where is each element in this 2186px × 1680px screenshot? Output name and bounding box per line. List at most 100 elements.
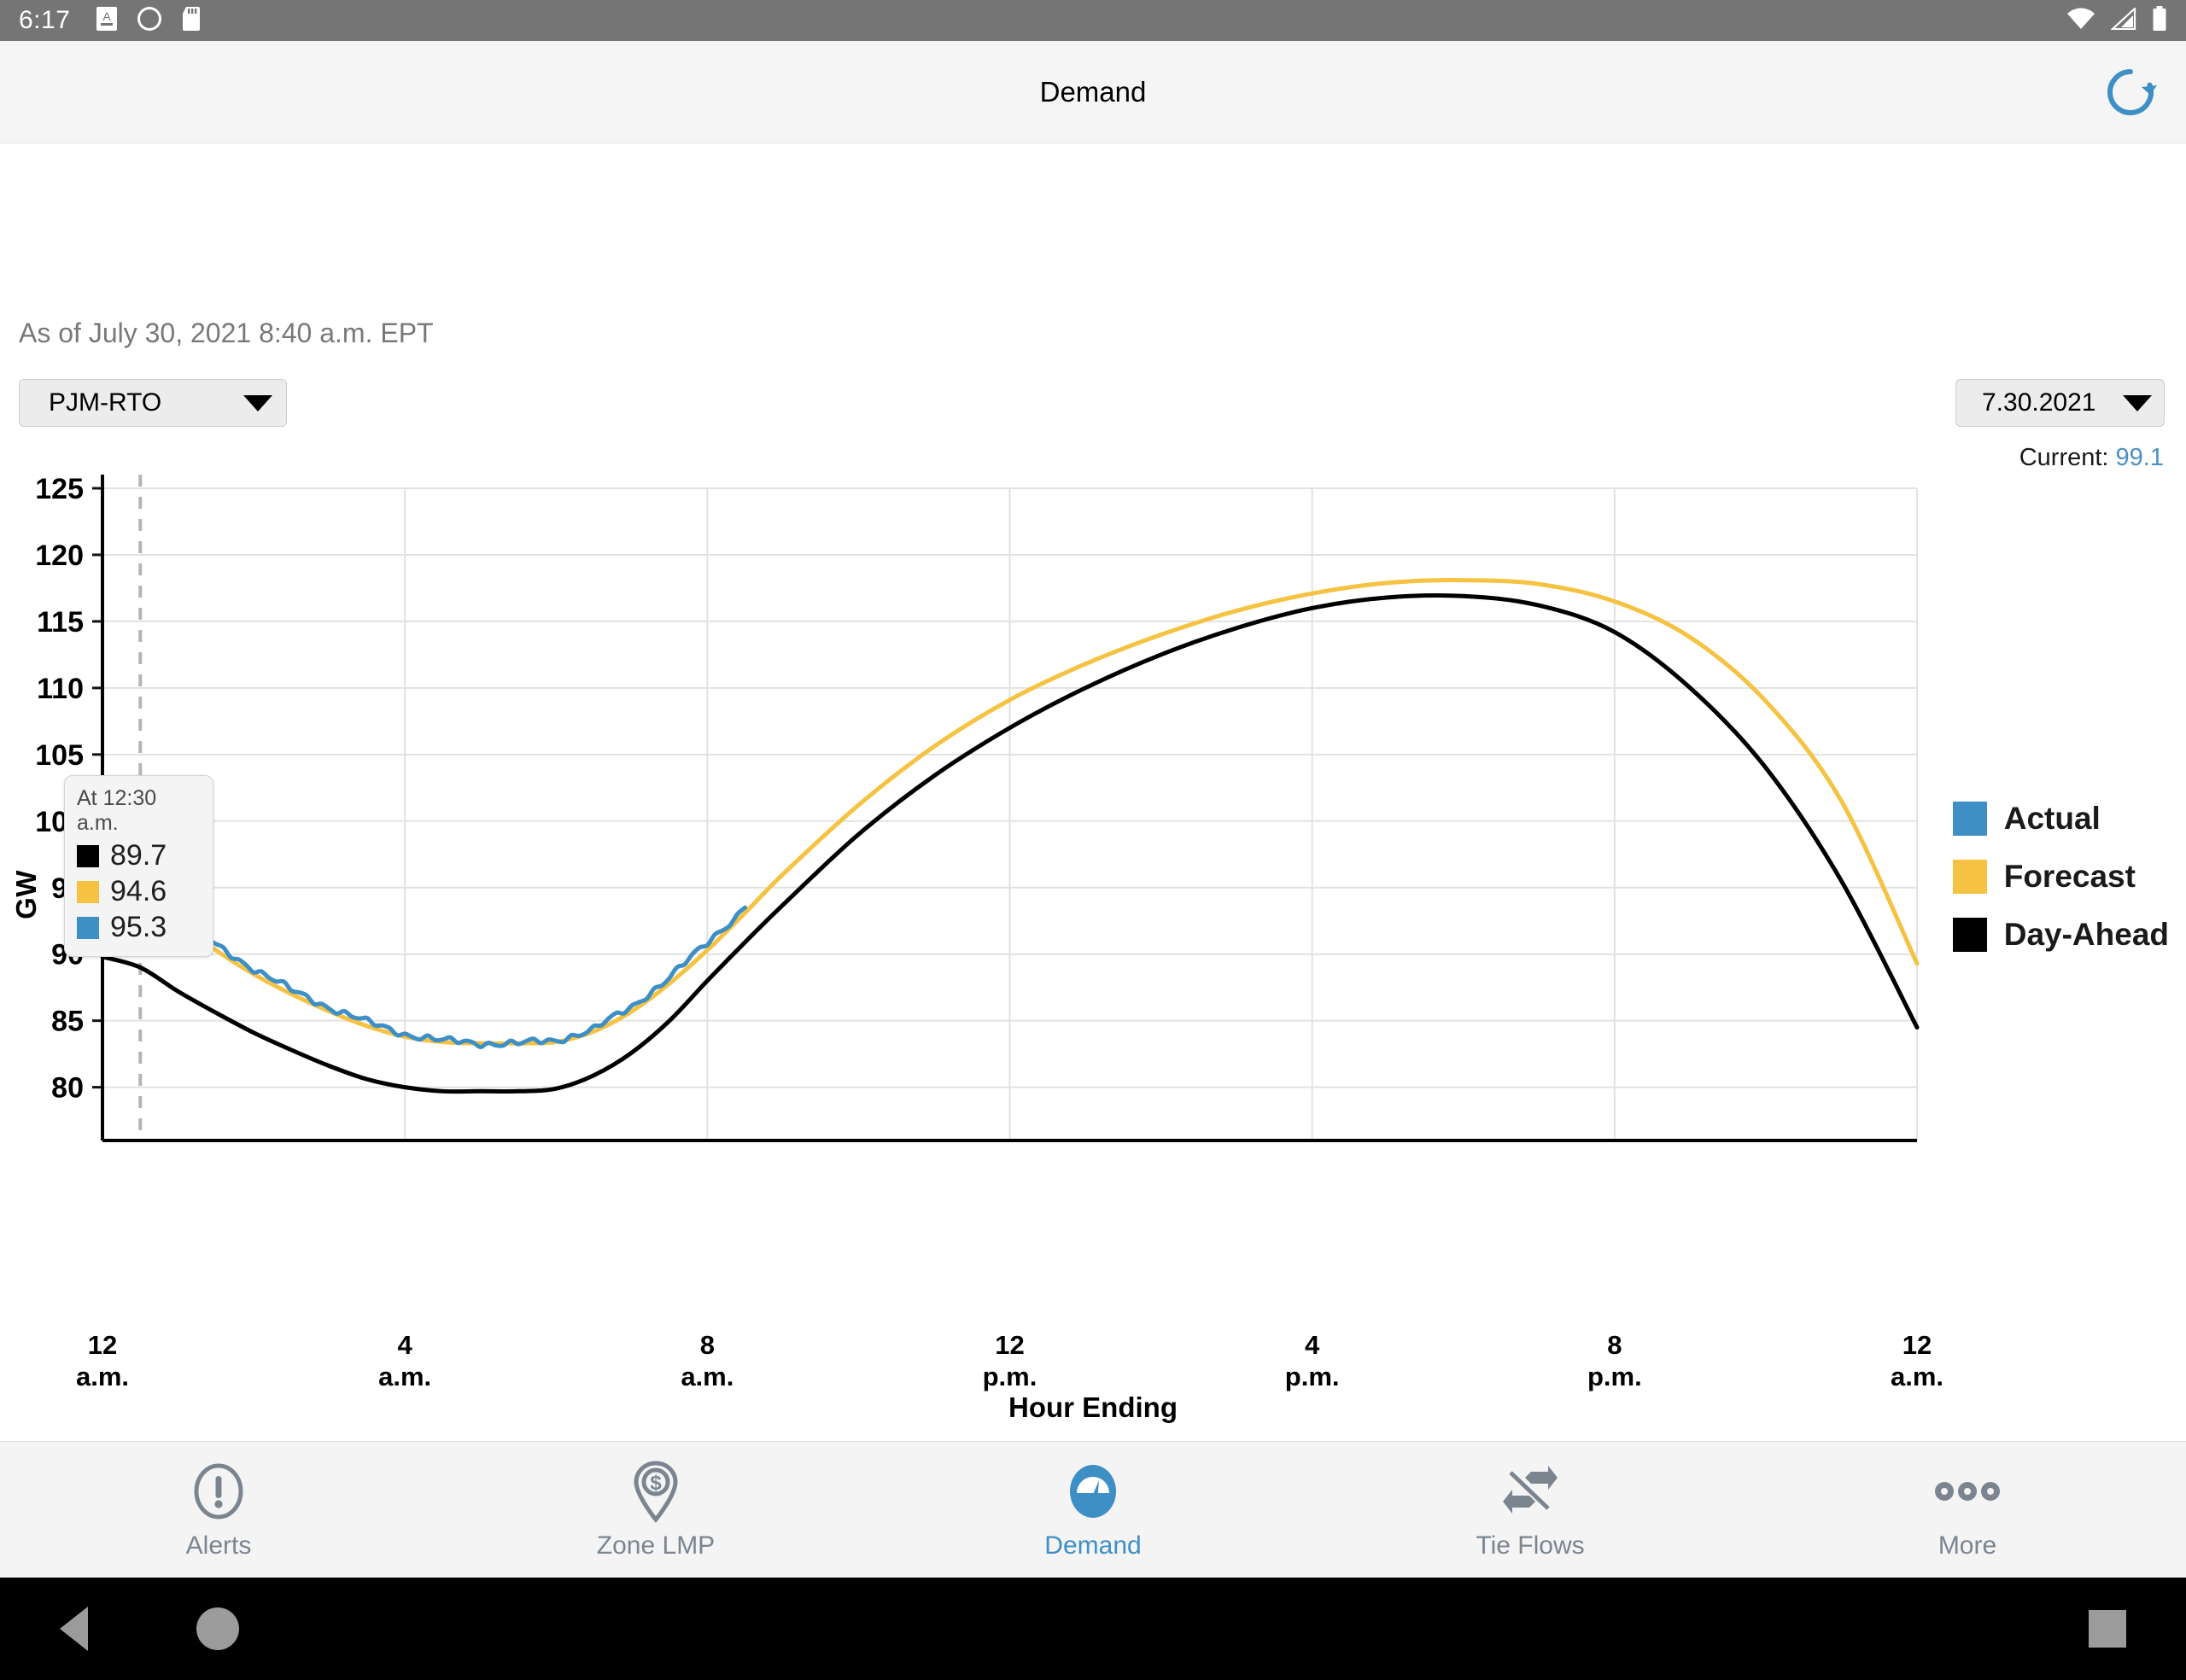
tooltip-color-swatch — [77, 844, 99, 867]
x-axis-title: Hour Ending — [1008, 1391, 1178, 1423]
tooltip-color-swatch — [77, 916, 99, 939]
y-axis-tick-label: 105 — [35, 739, 84, 772]
nav-item-label: More — [1938, 1531, 1997, 1560]
main-content: As of July 30, 2021 8:40 a.m. EPT PJM-RT… — [0, 143, 2186, 1680]
x-tick-hour: 8 — [1607, 1330, 1622, 1360]
nav-item-demand[interactable]: Demand — [874, 1460, 1312, 1560]
tie-flows-arrows-icon — [1497, 1460, 1564, 1523]
current-label: Current: — [2019, 444, 2109, 471]
page-title: Demand — [1039, 75, 1147, 108]
bottom-navigation: Alerts $ Zone LMP Demand Tie Flows More — [0, 1441, 2186, 1578]
x-axis-tick-label: 12 p.m. — [933, 1330, 1087, 1392]
screenshot-icon: A — [96, 6, 118, 36]
current-demand-readout: Current: 99.1 — [2019, 444, 2164, 472]
svg-text:$: $ — [650, 1472, 662, 1495]
as-of-timestamp: As of July 30, 2021 8:40 a.m. EPT — [19, 318, 434, 348]
app-notification-icon — [137, 6, 162, 36]
tooltip-color-swatch — [77, 880, 99, 903]
android-system-nav — [0, 1578, 2186, 1680]
y-axis-tick-label: 115 — [37, 606, 84, 639]
tooltip-rows: 89.7 94.6 95.3 — [77, 839, 201, 944]
x-tick-hour: 12 — [995, 1330, 1025, 1360]
nav-item-label: Zone LMP — [596, 1531, 716, 1560]
region-dropdown[interactable]: PJM-RTO — [19, 379, 287, 427]
chart-tooltip: At 12:30 a.m. 89.7 94.6 95.3 — [64, 775, 213, 957]
refresh-icon[interactable] — [2099, 61, 2162, 124]
battery-icon — [2152, 5, 2167, 36]
current-value: 99.1 — [2115, 444, 2164, 471]
status-right-icons — [2066, 5, 2167, 36]
y-axis-tick-label: 110 — [37, 673, 84, 705]
legend-color-swatch — [1952, 860, 1987, 894]
demand-chart[interactable]: 80859095100105110115120125 — [0, 473, 2186, 1181]
y-axis-tick-label: 85 — [51, 1006, 84, 1038]
x-tick-meridiem: p.m. — [1284, 1361, 1340, 1391]
x-axis-tick-label: 8 p.m. — [1538, 1330, 1692, 1392]
x-tick-meridiem: a.m. — [378, 1361, 432, 1391]
chevron-down-icon — [243, 394, 272, 411]
y-axis-tick-label: 120 — [35, 540, 84, 572]
x-axis-tick-label: 12 a.m. — [26, 1330, 179, 1392]
tooltip-row: 89.7 — [77, 839, 201, 872]
nav-item-label: Tie Flows — [1476, 1531, 1585, 1560]
x-axis-tick-label: 12 a.m. — [1840, 1330, 1994, 1392]
legend-color-swatch — [1952, 918, 1987, 952]
tooltip-time: At 12:30 a.m. — [77, 786, 157, 835]
status-clock: 6:17 — [19, 6, 71, 34]
legend-label: Day-Ahead — [2003, 917, 2169, 952]
x-axis-tick-label: 4 a.m. — [328, 1330, 482, 1392]
legend-label: Actual — [2003, 801, 2101, 836]
x-tick-hour: 4 — [397, 1330, 412, 1360]
legend-item-day-ahead: Day-Ahead — [1952, 917, 2169, 953]
chevron-down-icon — [2123, 394, 2152, 411]
chart-legend: Actual Forecast Day-Ahead — [1952, 801, 2169, 953]
legend-color-swatch — [1952, 802, 1987, 836]
nav-item-label: Demand — [1044, 1531, 1142, 1560]
x-axis-tick-label: 4 p.m. — [1236, 1330, 1389, 1392]
back-triangle-icon[interactable] — [60, 1607, 88, 1651]
x-tick-hour: 12 — [87, 1330, 118, 1360]
chart-plot-svg: 80859095100105110115120125 — [35, 473, 1920, 1142]
tooltip-row: 94.6 — [77, 875, 201, 908]
nav-item-zone-lmp[interactable]: $ Zone LMP — [437, 1460, 874, 1560]
tooltip-value: 95.3 — [110, 911, 167, 943]
status-bar: 6:17 A — [0, 0, 2186, 41]
legend-label: Forecast — [2003, 859, 2136, 894]
x-tick-hour: 8 — [699, 1330, 715, 1360]
svg-text:A: A — [103, 9, 112, 23]
y-axis-title: GW — [10, 870, 42, 919]
nav-item-tie-flows[interactable]: Tie Flows — [1312, 1460, 1749, 1560]
nav-item-label: Alerts — [185, 1531, 252, 1560]
map-pin-dollar-icon: $ — [626, 1460, 686, 1523]
nav-item-alerts[interactable]: Alerts — [0, 1460, 437, 1560]
date-dropdown[interactable]: 7.30.2021 — [1955, 379, 2165, 427]
legend-item-actual: Actual — [1952, 801, 2169, 837]
x-tick-hour: 12 — [1902, 1330, 1932, 1360]
x-tick-meridiem: p.m. — [982, 1361, 1037, 1391]
tooltip-value: 89.7 — [110, 839, 167, 872]
legend-item-forecast: Forecast — [1952, 859, 2169, 895]
tooltip-value: 94.6 — [110, 875, 167, 907]
y-axis-tick-label: 80 — [51, 1072, 84, 1105]
wifi-icon — [2066, 8, 2095, 34]
app-bar: Demand — [0, 41, 2186, 143]
date-dropdown-value: 7.30.2021 — [1982, 388, 2096, 417]
alert-circle-icon — [189, 1460, 248, 1523]
x-tick-meridiem: a.m. — [75, 1361, 130, 1391]
x-tick-meridiem: p.m. — [1587, 1361, 1642, 1391]
x-axis-tick-label: 8 a.m. — [630, 1330, 784, 1392]
nav-item-more[interactable]: More — [1749, 1460, 2186, 1560]
x-tick-meridiem: a.m. — [681, 1361, 734, 1391]
recents-square-icon[interactable] — [2089, 1610, 2126, 1648]
sd-card-icon — [181, 6, 203, 36]
home-circle-icon[interactable] — [196, 1607, 239, 1650]
tooltip-row: 95.3 — [77, 911, 201, 944]
more-dots-icon — [1933, 1460, 2002, 1523]
status-left-icons: A — [96, 6, 203, 36]
gauge-icon — [1063, 1460, 1123, 1523]
x-tick-hour: 4 — [1305, 1330, 1320, 1360]
y-axis-tick-label: 125 — [35, 473, 84, 505]
region-dropdown-value: PJM-RTO — [49, 388, 162, 417]
x-tick-meridiem: a.m. — [1890, 1361, 1944, 1391]
cell-signal-icon — [2110, 5, 2136, 34]
